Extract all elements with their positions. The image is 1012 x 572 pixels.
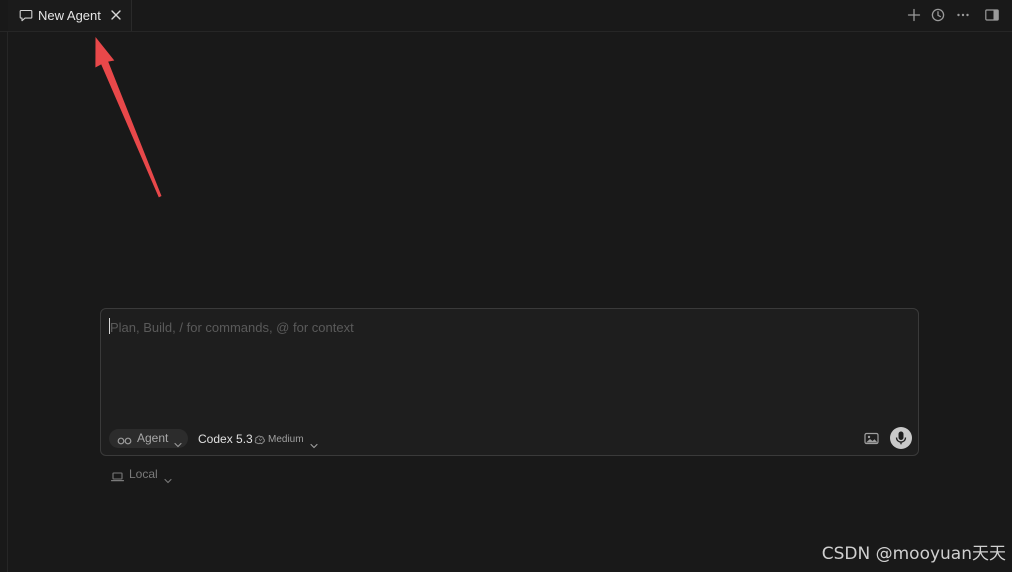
tab-new-agent[interactable]: New Agent (8, 0, 132, 31)
annotation-arrow (95, 37, 162, 198)
sidebar-icon[interactable] (984, 7, 1000, 23)
chat-bubble-icon (19, 8, 33, 22)
model-selector[interactable]: Codex 5.3 (198, 432, 253, 446)
laptop-icon (110, 469, 125, 482)
app-window: New Agent Plan, Build, / for commands, @… (0, 0, 1012, 572)
close-icon[interactable] (109, 8, 123, 22)
chevron-down-icon (310, 436, 318, 449)
microphone-icon[interactable] (890, 427, 912, 449)
prompt-input[interactable] (108, 318, 900, 336)
ellipsis-icon[interactable] (955, 7, 971, 23)
plus-icon[interactable] (906, 7, 922, 23)
text-caret (109, 318, 110, 334)
environment-label: Local (129, 467, 158, 481)
tab-bar: New Agent (0, 0, 1012, 32)
environment-selector[interactable]: Local (110, 466, 181, 484)
effort-selector[interactable]: Medium (268, 434, 304, 446)
mode-selector[interactable]: Agent (109, 429, 188, 448)
brain-icon (254, 433, 266, 445)
tab-title: New Agent (38, 8, 101, 23)
infinity-icon (117, 433, 132, 445)
mode-label: Agent (137, 431, 169, 445)
clock-icon[interactable] (930, 7, 946, 23)
prompt-composer: Agent Codex 5.3 Medium (100, 308, 919, 456)
chevron-down-icon (164, 471, 172, 484)
watermark: CSDN @mooyuan天天 (821, 544, 1006, 564)
chevron-down-icon (174, 435, 182, 448)
image-icon[interactable] (864, 432, 879, 445)
left-divider (7, 0, 8, 572)
